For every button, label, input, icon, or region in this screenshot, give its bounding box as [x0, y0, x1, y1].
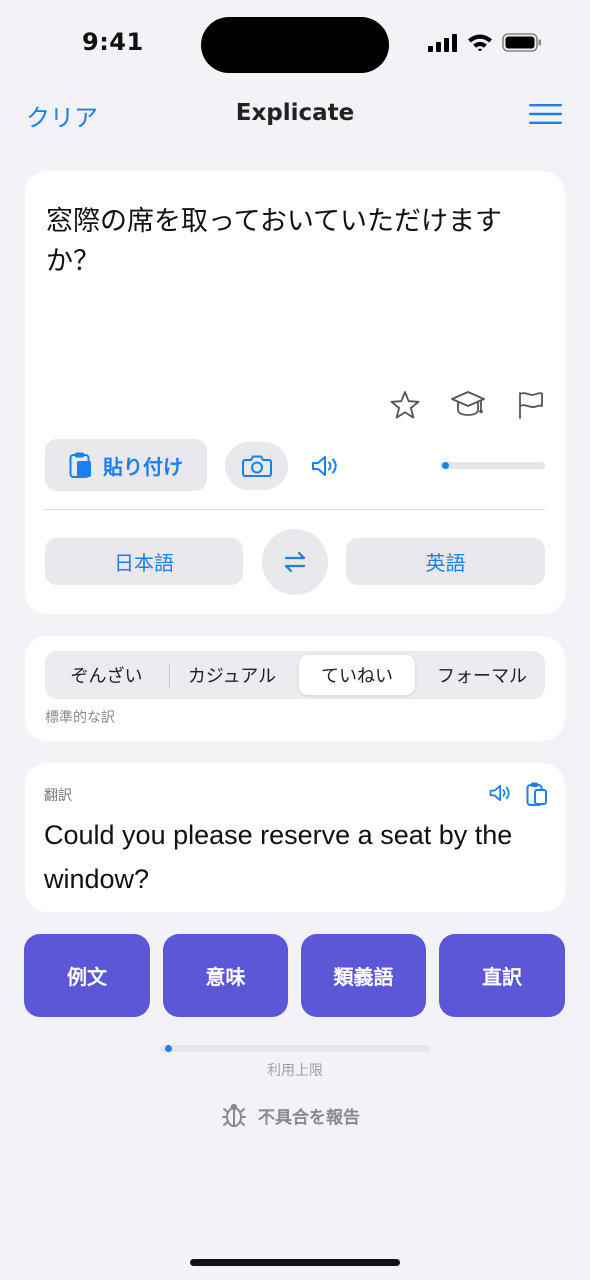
flag-icon[interactable]: [516, 390, 546, 420]
target-language-button[interactable]: 英語: [346, 538, 545, 585]
meaning-button[interactable]: 意味: [163, 934, 288, 1017]
examples-button[interactable]: 例文: [24, 934, 150, 1017]
signal-icon: [428, 33, 457, 52]
tone-option-formal[interactable]: フォーマル: [420, 651, 544, 699]
home-indicator: [190, 1259, 400, 1266]
status-time: 9:41: [82, 28, 144, 56]
swap-icon: [284, 551, 306, 573]
paste-label: 貼り付け: [103, 454, 183, 479]
dynamic-island: [201, 17, 389, 73]
source-text[interactable]: 窓際の席を取っておいていただけますか？: [46, 202, 546, 282]
copy-icon[interactable]: [526, 781, 548, 807]
clipboard-icon: [69, 452, 91, 478]
report-bug-button[interactable]: 不具合を報告: [222, 1102, 360, 1128]
speaker-icon[interactable]: [311, 455, 341, 477]
camera-button[interactable]: [225, 442, 288, 490]
tone-segmented-control: ぞんざい カジュアル ていねい フォーマル: [45, 651, 545, 699]
source-language-button[interactable]: 日本語: [45, 538, 243, 585]
tone-description: 標準的な訳: [45, 710, 115, 726]
wifi-icon: [468, 34, 492, 52]
tone-option-rough[interactable]: ぞんざい: [45, 651, 168, 699]
translation-text: Could you please reserve a seat by the w…: [44, 820, 513, 894]
synonyms-button[interactable]: 類義語: [301, 934, 426, 1017]
bug-icon: [222, 1103, 246, 1127]
star-icon[interactable]: [389, 390, 421, 420]
tone-option-polite[interactable]: ていねい: [299, 655, 415, 695]
input-progress-track: [440, 462, 545, 469]
swap-languages-button[interactable]: [262, 529, 328, 595]
report-bug-label: 不具合を報告: [258, 1107, 360, 1128]
status-icons: [428, 33, 542, 52]
translation-label: 翻訳: [44, 788, 72, 804]
menu-icon[interactable]: [529, 104, 562, 124]
paste-button[interactable]: 貼り付け: [45, 439, 207, 491]
tone-option-casual[interactable]: カジュアル: [170, 651, 294, 699]
input-progress-dot: [442, 462, 450, 469]
app-title: Explicate: [235, 100, 355, 126]
usage-progress-track: [160, 1045, 430, 1052]
battery-icon: [502, 33, 541, 52]
input-divider: [45, 509, 545, 510]
camera-icon: [241, 455, 272, 477]
usage-progress-dot: [165, 1045, 173, 1052]
speaker-icon[interactable]: [489, 784, 513, 802]
graduation-cap-icon[interactable]: [450, 388, 486, 422]
usage-label: 利用上限: [267, 1063, 323, 1079]
literal-translation-button[interactable]: 直訳: [439, 934, 565, 1017]
